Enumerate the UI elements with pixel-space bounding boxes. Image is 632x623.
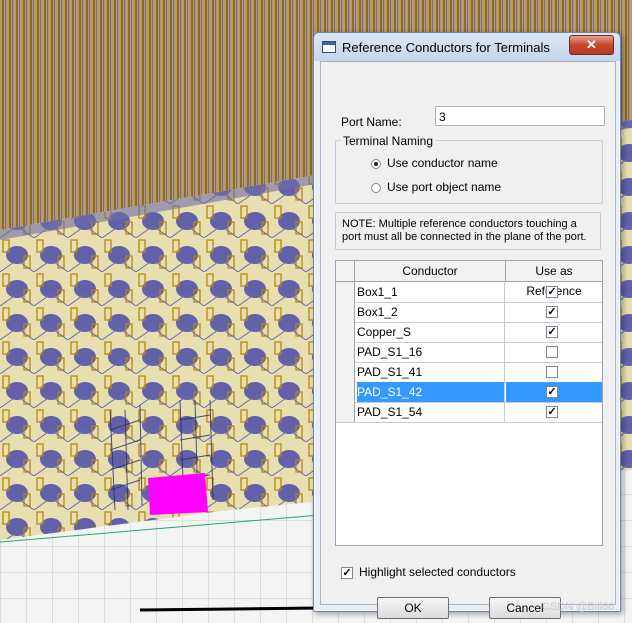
table-row[interactable]: Copper_S ✓ <box>336 322 602 343</box>
ok-button[interactable]: OK <box>377 597 449 619</box>
window-icon <box>322 41 336 53</box>
row-selector[interactable] <box>336 382 355 402</box>
row-selector[interactable] <box>336 282 355 302</box>
conductor-table: Conductor Use as Reference Box1_1 ✓ Box1… <box>335 260 603 546</box>
column-header-conductor[interactable]: Conductor <box>355 261 506 281</box>
highlight-selected-checkbox[interactable]: ✓ <box>341 567 353 579</box>
dialog-titlebar[interactable]: Reference Conductors for Terminals ✕ <box>314 33 620 61</box>
port-name-input[interactable]: 3 <box>435 106 605 126</box>
table-row[interactable]: Box1_2 ✓ <box>336 302 602 323</box>
dialog-body: Port Name: 3 Terminal Naming Use conduct… <box>320 61 616 619</box>
table-row-selected[interactable]: PAD_S1_42 ✓ <box>336 382 602 403</box>
row-selector[interactable] <box>336 342 355 362</box>
conductor-name: Copper_S <box>357 322 505 342</box>
row-selector[interactable] <box>336 322 355 342</box>
use-as-reference-checkbox[interactable]: ✓ <box>546 306 558 318</box>
table-header: Conductor Use as Reference <box>336 261 602 298</box>
use-conductor-name-radio[interactable] <box>371 159 381 169</box>
conductor-name: PAD_S1_41 <box>357 362 505 382</box>
column-header-use-as-reference[interactable]: Use as Reference <box>506 261 602 298</box>
table-row[interactable]: Box1_1 ✓ <box>336 282 602 303</box>
port-name-label: Port Name: <box>341 115 402 129</box>
highlight-selected-label[interactable]: Highlight selected conductors <box>359 565 516 579</box>
conductor-name: Box1_2 <box>357 302 505 322</box>
use-as-reference-checkbox[interactable]: ✓ <box>546 286 558 298</box>
terminal-naming-legend: Terminal Naming <box>341 134 436 148</box>
watermark: CSDN @Bill66 <box>542 601 615 613</box>
row-selector[interactable] <box>336 362 355 382</box>
header-corner[interactable] <box>336 261 355 281</box>
use-as-reference-checkbox[interactable]: ✓ <box>546 406 558 418</box>
table-row[interactable]: PAD_S1_16 <box>336 342 602 363</box>
dialog-title: Reference Conductors for Terminals <box>342 40 550 55</box>
table-row[interactable]: PAD_S1_54 ✓ <box>336 402 602 423</box>
terminal-naming-group <box>335 140 603 204</box>
table-row[interactable]: PAD_S1_41 <box>336 362 602 383</box>
use-port-object-name-label[interactable]: Use port object name <box>387 180 501 194</box>
use-port-object-name-radio[interactable] <box>371 183 381 193</box>
close-button[interactable]: ✕ <box>569 35 614 55</box>
row-selector[interactable] <box>336 302 355 322</box>
use-as-reference-checkbox[interactable]: ✓ <box>546 326 558 338</box>
reference-conductors-dialog: Reference Conductors for Terminals ✕ Por… <box>313 32 621 619</box>
use-conductor-name-label[interactable]: Use conductor name <box>387 156 498 170</box>
conductor-name: PAD_S1_16 <box>357 342 505 362</box>
use-as-reference-checkbox[interactable]: ✓ <box>546 386 558 398</box>
conductor-name: PAD_S1_42 <box>357 382 505 402</box>
note-text: NOTE: Multiple reference conductors touc… <box>335 212 601 250</box>
conductor-name: Box1_1 <box>357 282 505 302</box>
highlighted-port <box>148 473 208 515</box>
conductor-name: PAD_S1_54 <box>357 402 505 422</box>
use-as-reference-checkbox[interactable] <box>546 346 558 358</box>
row-selector[interactable] <box>336 402 355 422</box>
use-as-reference-checkbox[interactable] <box>546 366 558 378</box>
